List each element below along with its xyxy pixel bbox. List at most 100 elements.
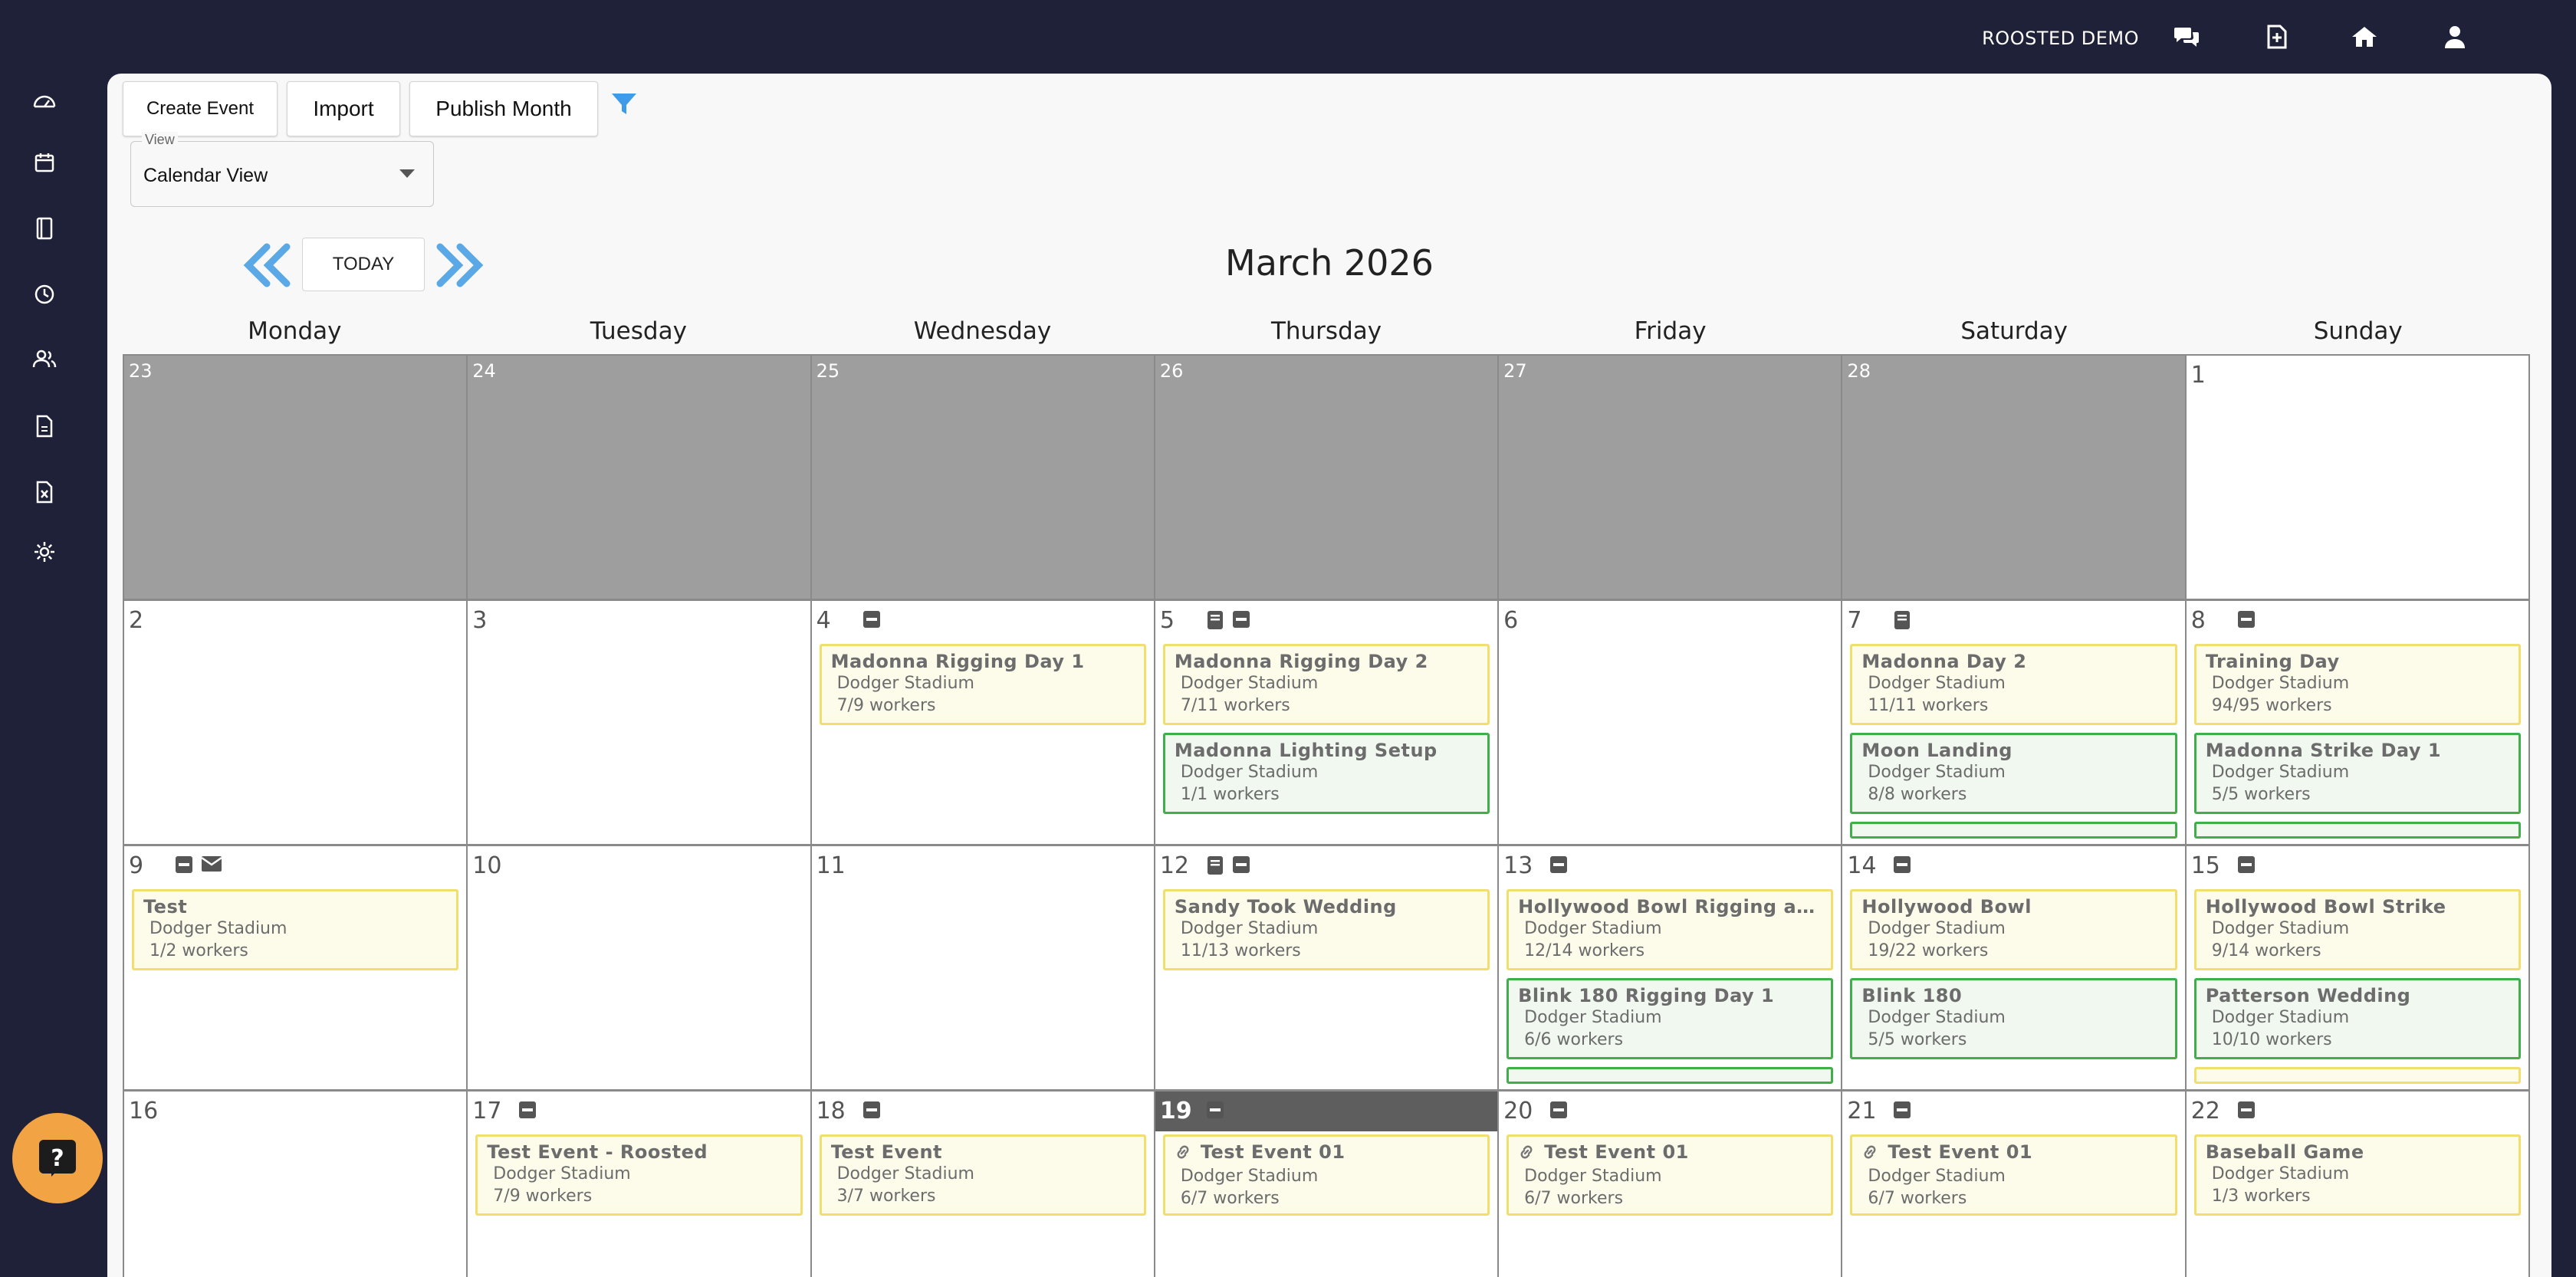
event-title-text: Madonna Strike Day 1 (2205, 740, 2442, 761)
day-cell[interactable]: 21 Test Event 01 Dodger Stadium 6/7 workers (1842, 1092, 2187, 1277)
event-card[interactable] (2193, 1067, 2521, 1084)
help-button[interactable]: ? (12, 1113, 103, 1203)
day-cell[interactable]: 14 Hollywood Bowl Dodger Stadium 19/22 work… (1842, 846, 2187, 1092)
day-cell[interactable]: 27 (1499, 356, 1843, 601)
minus-icon[interactable] (863, 610, 881, 629)
day-cell[interactable]: 23 (124, 356, 468, 601)
event-workers: 5/5 workers (2211, 785, 2311, 804)
event-card[interactable]: Madonna Rigging Day 1 Dodger Stadium 7/9 w… (819, 644, 1146, 725)
minus-icon[interactable] (1206, 1101, 1224, 1119)
event-title: Test Event 01 (1175, 1141, 1478, 1165)
event-card[interactable]: Madonna Rigging Day 2 Dodger Stadium 7/11 … (1162, 644, 1490, 725)
day-cell[interactable]: 25 (811, 356, 1155, 601)
minus-icon[interactable] (2237, 610, 2256, 629)
publish-month-button[interactable]: Publish Month (409, 81, 598, 136)
event-card[interactable]: Blink 180 Rigging Day 1 Dodger Stadium 6/6… (1506, 978, 1834, 1059)
event-card[interactable] (1506, 1067, 1834, 1084)
day-cell[interactable]: 8 Training Day Dodger Stadium 94/95 workers… (2186, 601, 2530, 846)
event-card[interactable] (1850, 822, 2177, 839)
day-cell[interactable]: 6 (1499, 601, 1843, 846)
event-title-text: Test Event 01 (1888, 1141, 2033, 1163)
people-icon[interactable] (28, 342, 61, 376)
event-card[interactable]: Madonna Strike Day 1 Dodger Stadium 5/5 wo… (2193, 733, 2521, 814)
day-cell[interactable]: 18 Test Event Dodger Stadium 3/7 workers (811, 1092, 1155, 1277)
event-card[interactable]: Baseball Game Dodger Stadium 1/3 workers (2193, 1134, 2521, 1216)
notebook-icon[interactable] (1206, 610, 1224, 629)
event-card[interactable]: Test Event 01 Dodger Stadium 6/7 workers (1850, 1134, 2177, 1216)
day-cell[interactable]: 12 Sandy Took Wedding Dodger Stadium 11/13 … (1155, 846, 1500, 1092)
notebook-icon[interactable] (1893, 610, 1911, 629)
dashboard-icon[interactable] (28, 83, 61, 117)
event-card[interactable]: Hollywood Bowl Dodger Stadium 19/22 worker… (1850, 889, 2177, 970)
day-cell[interactable]: 9 Test Dodger Stadium 1/2 workers (124, 846, 468, 1092)
import-button[interactable]: Import (287, 81, 400, 136)
day-cell[interactable]: 22 Baseball Game Dodger Stadium 1/3 workers (2186, 1092, 2530, 1277)
day-cell[interactable]: 2 (124, 601, 468, 846)
day-cell[interactable]: 3 (468, 601, 812, 846)
calendar-icon[interactable] (28, 146, 61, 179)
day-number: 7 (1847, 607, 1862, 634)
view-select[interactable]: View Calendar View (130, 132, 434, 207)
add-document-icon[interactable] (2260, 20, 2294, 54)
event-title: Training Day (2206, 651, 2509, 672)
home-icon[interactable] (2348, 20, 2381, 54)
day-cell[interactable]: 15 Hollywood Bowl Strike Dodger Stadium 9/1… (2186, 846, 2530, 1092)
event-card[interactable]: Test Event 01 Dodger Stadium 6/7 workers (1162, 1134, 1490, 1216)
day-cell[interactable]: 28 (1842, 356, 2187, 601)
clock-icon[interactable] (28, 277, 61, 311)
day-cell[interactable]: 17 Test Event - Roosted Dodger Stadium 7/9 … (468, 1092, 812, 1277)
day-cell[interactable]: 26 (1155, 356, 1500, 601)
day-cell[interactable]: 20 Test Event 01 Dodger Stadium 6/7 workers (1499, 1092, 1843, 1277)
event-card[interactable]: Test Event - Roosted Dodger Stadium 7/9 wo… (475, 1134, 803, 1216)
event-card[interactable] (2193, 822, 2521, 839)
event-card[interactable]: Blink 180 Dodger Stadium 5/5 workers (1850, 978, 2177, 1059)
event-card[interactable]: Madonna Day 2 Dodger Stadium 11/11 workers (1850, 644, 2177, 725)
minus-icon[interactable] (1893, 1101, 1911, 1119)
create-event-button[interactable]: Create Event (123, 81, 278, 136)
spreadsheet-icon[interactable] (28, 475, 61, 509)
file-icon[interactable] (28, 409, 61, 443)
document-icon[interactable] (28, 212, 61, 245)
minus-icon[interactable] (1893, 855, 1911, 874)
event-card[interactable]: Training Day Dodger Stadium 94/95 workers (2193, 644, 2521, 725)
day-number: 19 (1159, 1098, 1192, 1124)
minus-icon[interactable] (1232, 855, 1250, 874)
day-cell[interactable]: 13 Hollywood Bowl Rigging and... Dodger St… (1499, 846, 1843, 1092)
day-cell[interactable]: 1 (2186, 356, 2530, 601)
event-card[interactable]: Test Event Dodger Stadium 3/7 workers (819, 1134, 1146, 1216)
day-cell[interactable]: 4 Madonna Rigging Day 1 Dodger Stadium 7/9 … (811, 601, 1155, 846)
event-card[interactable]: Test Dodger Stadium 1/2 workers (132, 889, 459, 970)
notebook-icon[interactable] (1206, 855, 1224, 875)
minus-icon[interactable] (175, 855, 193, 874)
user-icon[interactable] (2438, 20, 2472, 54)
event-venue: Dodger Stadium (1868, 1167, 2006, 1186)
day-cell[interactable]: 19 Test Event 01 Dodger Stadium 6/7 workers (1155, 1092, 1500, 1277)
event-card[interactable]: Hollywood Bowl Strike Dodger Stadium 9/14 … (2193, 889, 2521, 970)
minus-icon[interactable] (863, 1101, 881, 1119)
envelope-icon[interactable] (201, 855, 222, 874)
event-card[interactable]: Hollywood Bowl Rigging and... Dodger Stad… (1506, 889, 1834, 970)
minus-icon[interactable] (518, 1101, 537, 1119)
day-number: 6 (1503, 607, 1519, 634)
minus-icon[interactable] (1232, 610, 1250, 629)
chat-icon[interactable] (2170, 20, 2203, 54)
minus-icon[interactable] (1549, 1101, 1568, 1119)
minus-icon[interactable] (1549, 855, 1568, 874)
event-card[interactable]: Moon Landing Dodger Stadium 8/8 workers (1850, 733, 2177, 814)
event-card[interactable]: Sandy Took Wedding Dodger Stadium 11/13 wo… (1162, 889, 1490, 970)
event-title-text: Madonna Lighting Setup (1174, 740, 1438, 761)
day-cell[interactable]: 5 Madonna Rigging Day 2 Dodger Stadium 7/11… (1155, 601, 1500, 846)
day-cell[interactable]: 11 (811, 846, 1155, 1092)
day-cell[interactable]: 16 (124, 1092, 468, 1277)
filter-icon[interactable] (610, 90, 641, 121)
day-cell[interactable]: 24 (468, 356, 812, 601)
minus-icon[interactable] (2237, 1101, 2256, 1119)
event-card[interactable]: Madonna Lighting Setup Dodger Stadium 1/1 … (1162, 733, 1490, 814)
day-cell[interactable]: 10 (468, 846, 812, 1092)
event-card[interactable]: Test Event 01 Dodger Stadium 6/7 workers (1506, 1134, 1834, 1216)
settings-icon[interactable] (28, 535, 61, 569)
day-number: 15 (2190, 852, 2220, 879)
day-cell[interactable]: 7 Madonna Day 2 Dodger Stadium 11/11 worker… (1842, 601, 2187, 846)
event-card[interactable]: Patterson Wedding Dodger Stadium 10/10 wor… (2193, 978, 2521, 1059)
minus-icon[interactable] (2237, 855, 2256, 874)
